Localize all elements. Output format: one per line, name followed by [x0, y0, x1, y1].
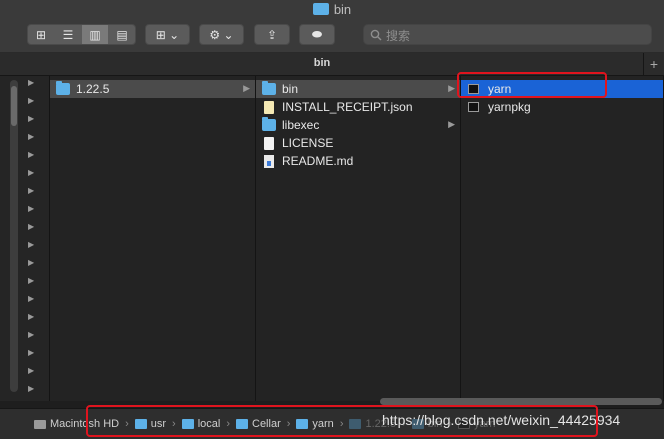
column-item-readme[interactable]: README.md — [256, 152, 460, 170]
browser-column-2: bin ▶ INSTALL_RECEIPT.json libexec ▶ LIC… — [256, 76, 461, 401]
disclosure-triangle-icon: ▶ — [28, 150, 35, 159]
gallery-view-button[interactable]: ▤ — [109, 25, 135, 44]
disclosure-triangle-icon: ▶ — [28, 132, 35, 141]
folder-icon — [56, 81, 70, 95]
group-button[interactable]: ⊞ ⌄ — [145, 24, 190, 45]
markdown-file-icon — [264, 154, 274, 168]
disclosure-triangle-icon: ▶ — [28, 186, 35, 195]
disclosure-triangle-icon: ▶ — [28, 276, 35, 285]
document-icon — [264, 136, 274, 150]
grid-group-icon: ⊞ ⌄ — [155, 27, 180, 42]
folder-icon — [262, 117, 276, 131]
disclosure-triangle-icon: ▶ — [28, 384, 35, 393]
disclosure-triangle-icon: ▶ — [28, 294, 35, 303]
window-titlebar: bin ⊞ ☰ ▥ ▤ ⊞ ⌄ ⚙ ⌄ ⇪ ⬬ 搜索 — [0, 0, 664, 53]
search-placeholder: 搜索 — [386, 29, 411, 43]
browser-column-3: yarn yarnpkg — [461, 76, 664, 401]
disclosure-triangle-icon: ▶ — [28, 204, 35, 213]
share-button[interactable]: ⇪ — [254, 24, 290, 45]
disclosure-triangle-icon: ▶ — [28, 96, 35, 105]
disclosure-triangle-icon: ▶ — [28, 240, 35, 249]
horizontal-scrollbar[interactable] — [380, 398, 662, 405]
json-file-icon — [264, 100, 274, 114]
tag-icon: ⬬ — [311, 27, 323, 41]
folder-icon — [262, 81, 276, 95]
disclosure-triangle-icon: ▶ — [28, 222, 35, 231]
disclosure-triangle-icon: ▶ — [28, 366, 35, 375]
annotation-box-yarn — [457, 72, 607, 98]
column-item-install-receipt[interactable]: INSTALL_RECEIPT.json — [256, 98, 460, 116]
chevron-right-icon: ▶ — [448, 119, 455, 129]
executable-icon — [468, 102, 479, 112]
column-item-yarnpkg[interactable]: yarnpkg — [461, 98, 663, 116]
disclosure-triangle-icon: ▶ — [28, 258, 35, 267]
column-view-button[interactable]: ▥ — [82, 25, 108, 44]
column-item-bin[interactable]: bin ▶ — [256, 80, 460, 98]
column-item-1.22.5[interactable]: 1.22.5 ▶ — [50, 80, 255, 98]
column-item-license[interactable]: LICENSE — [256, 134, 460, 152]
browser-column-1: 1.22.5 ▶ — [50, 76, 256, 401]
annotation-box-pathbar — [86, 405, 598, 437]
disclosure-triangle-icon: ▶ — [28, 312, 35, 321]
vertical-scrollbar[interactable] — [10, 80, 18, 392]
parent-column-strip: ▶ ▶ ▶ ▶ ▶ ▶ ▶ ▶ ▶ ▶ ▶ ▶ ▶ ▶ ▶ ▶ ▶ ▶ — [0, 76, 50, 401]
search-field[interactable]: 搜索 — [363, 24, 652, 45]
disclosure-triangle-icon: ▶ — [28, 78, 35, 87]
tab-bin[interactable]: bin — [0, 57, 644, 69]
tag-button[interactable]: ⬬ — [299, 24, 335, 45]
folder-icon — [312, 3, 329, 15]
vertical-scroll-thumb[interactable] — [11, 86, 17, 126]
icon-view-button[interactable]: ⊞ — [28, 25, 54, 44]
disclosure-triangle-icon: ▶ — [28, 114, 35, 123]
disk-icon — [34, 419, 46, 429]
search-icon — [370, 29, 382, 41]
list-view-button[interactable]: ☰ — [55, 25, 81, 44]
chevron-right-icon: ▶ — [243, 83, 250, 93]
gear-icon: ⚙ ⌄ — [209, 27, 234, 42]
chevron-right-icon: ▶ — [448, 83, 455, 93]
disclosure-triangle-icon: ▶ — [28, 168, 35, 177]
disclosure-triangle-icon: ▶ — [28, 330, 35, 339]
share-icon: ⇪ — [266, 27, 278, 42]
column-item-libexec[interactable]: libexec ▶ — [256, 116, 460, 134]
view-mode-control[interactable]: ⊞ ☰ ▥ ▤ — [27, 24, 136, 45]
add-tab-button[interactable]: + — [643, 53, 664, 75]
disclosure-triangle-icon: ▶ — [28, 348, 35, 357]
window-title: bin — [0, 2, 664, 17]
action-button[interactable]: ⚙ ⌄ — [199, 24, 244, 45]
